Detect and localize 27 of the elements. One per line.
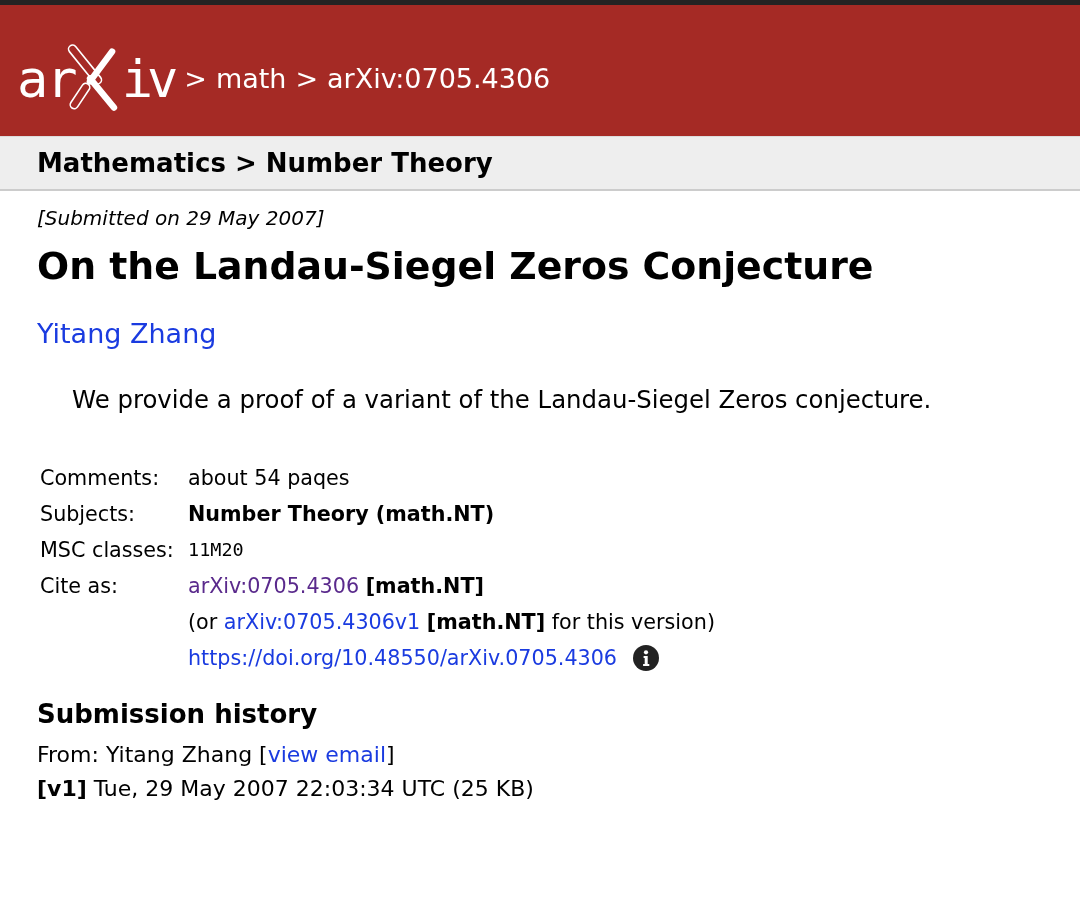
metadata-label: Cite as: — [40, 573, 120, 600]
metadata-label: Subjects: — [40, 501, 137, 528]
paper-title: On the Landau-Siegel Zeros Conjecture — [37, 244, 875, 288]
abstract-text: We provide a proof of a variant of the Landau-Siegel Zeros conjecture. — [71, 384, 933, 416]
citation-text: arXiv:0705.4306 [math.NT] — [188, 573, 484, 600]
citation-link[interactable]: arXiv:0705.4306 — [188, 574, 360, 598]
breadcrumb-separator: > — [295, 63, 319, 94]
metadata-value: Number Theory (math.NT) — [188, 501, 496, 528]
version-entry: [v1] Tue, 29 May 2007 22:03:34 UTC (25 KB) — [37, 776, 534, 801]
doi-link[interactable]: https://doi.org/10.48550/arXiv.0705.4306 — [188, 640, 618, 676]
metadata-label: MSC classes: — [40, 537, 175, 564]
metadata-value: about 54 paqes — [188, 465, 351, 492]
citation-link[interactable]: arXiv:0705.4306v1 — [223, 610, 421, 634]
submission-date: [Submitted on 29 May 2007] — [37, 205, 326, 232]
view-email-link[interactable]: view email — [267, 742, 386, 767]
breadcrumb-link[interactable]: math — [215, 63, 287, 94]
logo[interactable]: ar iv — [17, 41, 173, 116]
category-heading: Mathematics > Number Theory — [37, 148, 493, 178]
breadcrumb-separator: > — [184, 63, 207, 94]
section-heading: Submission history — [37, 698, 319, 731]
breadcrumb-link[interactable]: arXiv:0705.4306 — [327, 63, 551, 94]
citation-text: (or arXiv:0705.4306v1 [math.NT] for this version) — [188, 609, 715, 636]
author-link[interactable]: Yitang Zhang — [37, 317, 217, 351]
submitter-line: From: Yitang Zhang [view email] — [37, 742, 395, 767]
metadata-value: 11M20 — [188, 538, 245, 562]
metadata-label: Comments: — [40, 465, 161, 492]
info-icon[interactable] — [633, 645, 660, 671]
